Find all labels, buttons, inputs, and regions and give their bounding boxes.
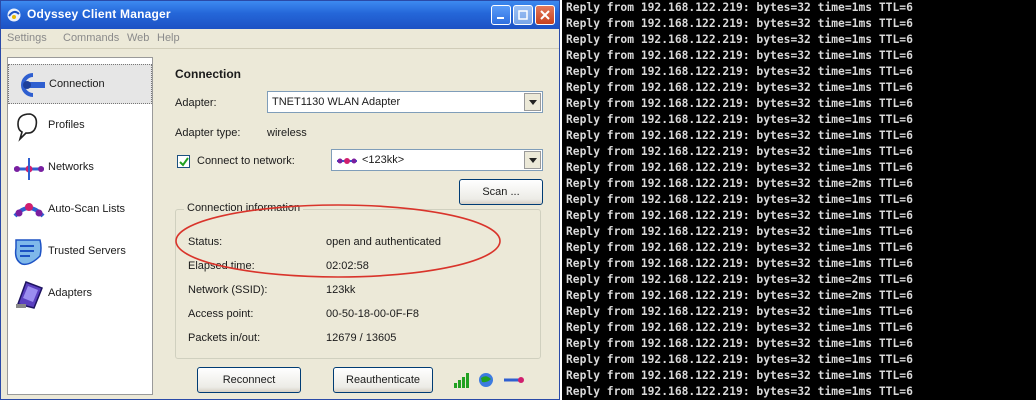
sidebar-item-connection[interactable]: Connection (8, 64, 152, 104)
adapter-label: Adapter: (175, 97, 217, 109)
console-line: Reply from 192.168.122.219: bytes=32 tim… (566, 161, 913, 174)
packets-value: 12679 / 13605 (326, 332, 397, 344)
console-line: Reply from 192.168.122.219: bytes=32 tim… (566, 193, 913, 206)
menu-commands[interactable]: Commands (63, 32, 119, 44)
console-line: Reply from 192.168.122.219: bytes=32 tim… (566, 385, 913, 398)
menu-bar: Settings Commands Web Help (1, 29, 559, 49)
console-line: Reply from 192.168.122.219: bytes=32 tim… (566, 65, 913, 78)
network-select[interactable]: <123kk> (331, 149, 543, 171)
status-icons (449, 369, 529, 391)
access-point-value: 00-50-18-00-0F-F8 (326, 308, 419, 320)
menu-help[interactable]: Help (157, 32, 180, 44)
chevron-down-icon[interactable] (524, 151, 541, 169)
console-line: Reply from 192.168.122.219: bytes=32 tim… (566, 81, 913, 94)
sidebar-item-label: Profiles (48, 119, 85, 131)
section-title: Connection (175, 67, 241, 81)
console-line: Reply from 192.168.122.219: bytes=32 tim… (566, 353, 913, 366)
minimize-button[interactable] (491, 5, 511, 25)
ssid-label: Network (SSID): (188, 284, 268, 296)
console-line: Reply from 192.168.122.219: bytes=32 tim… (566, 33, 913, 46)
sidebar: Connection Profiles Networks Auto-Scan L… (7, 57, 153, 395)
sidebar-item-adapters[interactable]: Adapters (8, 274, 152, 314)
console-line: Reply from 192.168.122.219: bytes=32 tim… (566, 369, 913, 382)
adapter-select[interactable]: TNET1130 WLAN Adapter (267, 91, 543, 113)
close-button[interactable] (535, 5, 555, 25)
signal-strength-icon (453, 371, 471, 392)
console-line: Reply from 192.168.122.219: bytes=32 tim… (566, 337, 913, 350)
networks-icon (12, 152, 46, 184)
maximize-button[interactable] (513, 5, 533, 25)
network-link-icon (503, 371, 525, 392)
adapter-select-value: TNET1130 WLAN Adapter (272, 96, 401, 108)
console-line: Reply from 192.168.122.219: bytes=32 tim… (566, 225, 913, 238)
console-line: Reply from 192.168.122.219: bytes=32 tim… (566, 241, 913, 254)
chevron-down-icon[interactable] (524, 93, 541, 111)
sidebar-item-networks[interactable]: Networks (8, 148, 152, 188)
console-window: Reply from 192.168.122.219: bytes=32 tim… (562, 0, 1036, 400)
odyssey-app-icon (6, 7, 22, 23)
console-line: Reply from 192.168.122.219: bytes=32 tim… (566, 273, 913, 286)
console-line: Reply from 192.168.122.219: bytes=32 tim… (566, 145, 913, 158)
window-title: Odyssey Client Manager (27, 7, 171, 21)
console-line: Reply from 192.168.122.219: bytes=32 tim… (566, 177, 913, 190)
console-line: Reply from 192.168.122.219: bytes=32 tim… (566, 113, 913, 126)
console-line: Reply from 192.168.122.219: bytes=32 tim… (566, 257, 913, 270)
globe-icon (477, 371, 497, 392)
sidebar-item-profiles[interactable]: Profiles (8, 106, 152, 146)
console-line: Reply from 192.168.122.219: bytes=32 tim… (566, 321, 913, 334)
console-line: Reply from 192.168.122.219: bytes=32 tim… (566, 209, 913, 222)
highlight-ellipse (175, 204, 501, 278)
console-line: Reply from 192.168.122.219: bytes=32 tim… (566, 97, 913, 110)
menu-web[interactable]: Web (127, 32, 149, 44)
console-line: Reply from 192.168.122.219: bytes=32 tim… (566, 289, 913, 302)
profiles-icon (12, 110, 46, 142)
sidebar-item-label: Networks (48, 161, 94, 173)
console-line: Reply from 192.168.122.219: bytes=32 tim… (566, 17, 913, 30)
reconnect-button[interactable]: Reconnect (197, 367, 301, 393)
access-point-label: Access point: (188, 308, 254, 320)
console-line: Reply from 192.168.122.219: bytes=32 tim… (566, 49, 913, 62)
network-icon (336, 155, 358, 169)
connection-icon (13, 69, 47, 101)
auto-scan-icon (12, 194, 46, 226)
console-line: Reply from 192.168.122.219: bytes=32 tim… (566, 1, 913, 14)
packets-label: Packets in/out: (188, 332, 261, 344)
connect-checkbox[interactable] (177, 155, 190, 168)
connect-to-network-label: Connect to network: (197, 155, 295, 167)
odyssey-window: Odyssey Client Manager Settings Commands… (0, 0, 560, 400)
title-bar[interactable]: Odyssey Client Manager (1, 1, 559, 29)
console-line: Reply from 192.168.122.219: bytes=32 tim… (566, 305, 913, 318)
adapter-type-label: Adapter type: (175, 127, 241, 139)
connection-panel: Connection Adapter: TNET1130 WLAN Adapte… (159, 57, 555, 395)
ssid-value: 123kk (326, 284, 356, 296)
sidebar-item-trusted-servers[interactable]: Trusted Servers (8, 232, 152, 272)
sidebar-item-label: Adapters (48, 287, 93, 299)
trusted-servers-icon (12, 236, 46, 268)
console-line: Reply from 192.168.122.219: bytes=32 tim… (566, 129, 913, 142)
network-select-value: <123kk> (362, 154, 405, 166)
adapter-type-value: wireless (267, 127, 307, 139)
sidebar-item-label: Connection (49, 78, 105, 90)
sidebar-item-label: Trusted Servers (48, 245, 126, 257)
sidebar-item-auto-scan-lists[interactable]: Auto-Scan Lists (8, 190, 152, 230)
menu-settings[interactable]: Settings (7, 32, 47, 44)
reauthenticate-button[interactable]: Reauthenticate (333, 367, 433, 393)
adapters-icon (12, 278, 46, 310)
sidebar-item-label: Auto-Scan Lists (48, 203, 126, 215)
